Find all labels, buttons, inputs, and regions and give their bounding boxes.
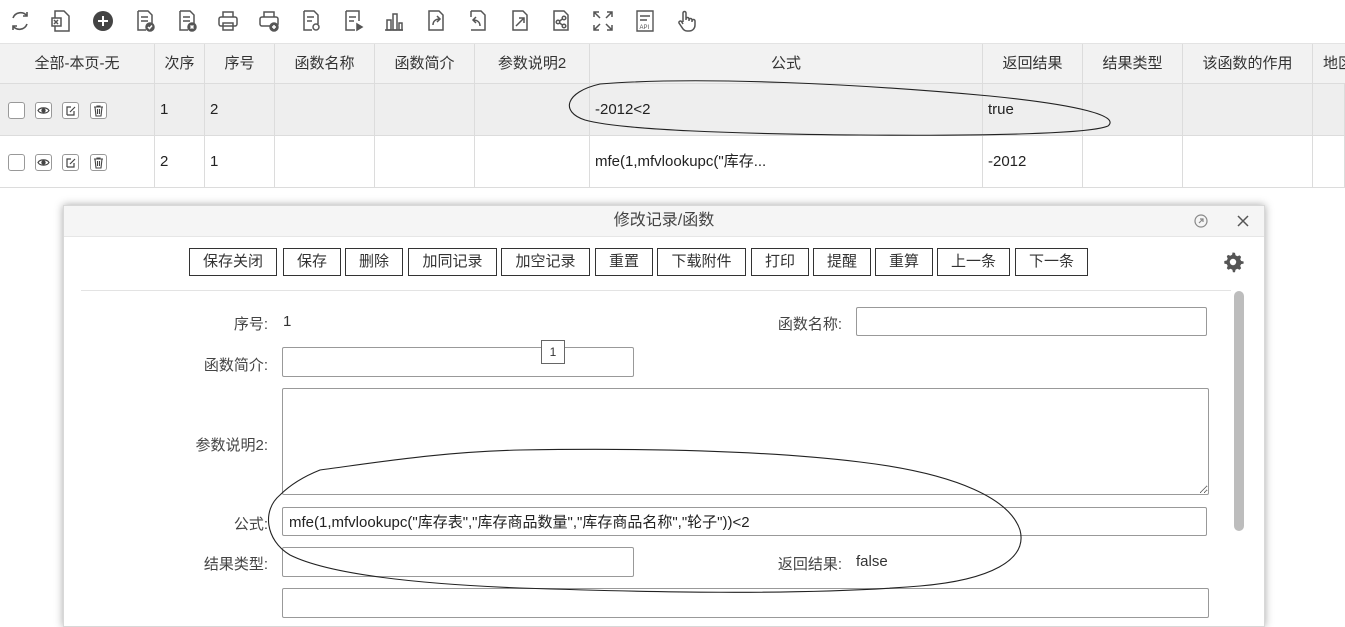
- add-same-record-button[interactable]: 加同记录: [408, 248, 497, 276]
- param2-label: 参数说明2:: [195, 437, 268, 454]
- redo-doc-icon[interactable]: [507, 8, 533, 34]
- seq-value: 1: [283, 313, 292, 330]
- formula-label: 公式:: [233, 516, 268, 533]
- result-value: false: [856, 553, 888, 570]
- cell-function-intro: [375, 136, 475, 188]
- header-result[interactable]: 返回结果: [983, 44, 1083, 84]
- print-button[interactable]: 打印: [751, 248, 809, 276]
- cell-region: [1313, 136, 1345, 188]
- row-actions: [0, 84, 155, 136]
- header-seq[interactable]: 序号: [205, 44, 275, 84]
- doc-delete-icon[interactable]: [174, 8, 200, 34]
- cell-param2: [475, 136, 590, 188]
- doc-settings-icon[interactable]: [298, 8, 324, 34]
- function-intro-input[interactable]: [282, 347, 634, 377]
- cell-seq: 2: [205, 84, 275, 136]
- view-icon[interactable]: [35, 101, 53, 119]
- share-arrow-icon[interactable]: [423, 8, 449, 34]
- param2-textarea[interactable]: [282, 388, 1209, 495]
- dialog-button-bar: 保存关闭 保存 删除 加同记录 加空记录 重置 下载附件 打印 提醒 重算 上一…: [64, 248, 1264, 278]
- delete-button[interactable]: 删除: [345, 248, 403, 276]
- cell-formula: mfe(1,mfvlookupc("库存...: [590, 136, 983, 188]
- reset-button[interactable]: 重置: [595, 248, 653, 276]
- next-field-input[interactable]: [282, 588, 1209, 618]
- divider: [81, 290, 1231, 291]
- print-icon[interactable]: [215, 8, 241, 34]
- save-button[interactable]: 保存: [283, 248, 341, 276]
- cell-result-type: [1083, 84, 1183, 136]
- previous-record-button[interactable]: 上一条: [937, 248, 1010, 276]
- print-add-icon[interactable]: [256, 8, 282, 34]
- cell-order: 1: [155, 84, 205, 136]
- header-formula[interactable]: 公式: [590, 44, 983, 84]
- dialog-title: 修改记录/函数: [64, 206, 1264, 237]
- cell-param2: [475, 84, 590, 136]
- gear-icon[interactable]: [1222, 251, 1244, 273]
- function-intro-label: 函数简介:: [203, 357, 268, 374]
- result-type-label: 结果类型:: [203, 556, 268, 573]
- download-attachment-button[interactable]: 下载附件: [657, 248, 746, 276]
- add-circle-icon[interactable]: [90, 8, 116, 34]
- data-grid: 全部-本页-无 次序 序号 函数名称 函数简介 参数说明2 公式 返回结果 结果…: [0, 43, 1345, 188]
- delete-icon[interactable]: [89, 101, 107, 119]
- hand-pointer-icon[interactable]: [673, 8, 699, 34]
- cell-order: 2: [155, 136, 205, 188]
- result-type-input[interactable]: [282, 547, 634, 577]
- row-checkbox[interactable]: [8, 101, 25, 119]
- remind-button[interactable]: 提醒: [813, 248, 871, 276]
- excel-export-icon[interactable]: [48, 8, 74, 34]
- header-region[interactable]: 地区: [1313, 44, 1345, 84]
- doc-run-icon[interactable]: [340, 8, 366, 34]
- cell-function-name: [275, 136, 375, 188]
- doc-check-icon[interactable]: [132, 8, 158, 34]
- restore-icon[interactable]: [1192, 212, 1210, 230]
- svg-text:API: API: [640, 25, 650, 31]
- toolbar: API: [0, 0, 1345, 43]
- header-function-intro[interactable]: 函数简介: [375, 44, 475, 84]
- cell-region: [1313, 84, 1345, 136]
- refresh-icon[interactable]: [7, 8, 33, 34]
- cell-formula: -2012<2: [590, 84, 983, 136]
- cell-result: -2012: [983, 136, 1083, 188]
- api-icon[interactable]: API: [632, 8, 658, 34]
- edit-icon[interactable]: [62, 101, 80, 119]
- formula-input[interactable]: [282, 507, 1207, 536]
- delete-icon[interactable]: [89, 153, 107, 171]
- cell-result-type: [1083, 136, 1183, 188]
- seq-label: 序号:: [233, 316, 268, 333]
- header-purpose[interactable]: 该函数的作用: [1183, 44, 1313, 84]
- cell-purpose: [1183, 136, 1313, 188]
- fullscreen-icon[interactable]: [590, 8, 616, 34]
- header-order[interactable]: 次序: [155, 44, 205, 84]
- edit-dialog: 修改记录/函数 保存关闭 保存 删除 加同记录 加空记录 重置 下载附件 打印 …: [63, 205, 1265, 627]
- function-name-input[interactable]: [856, 307, 1207, 336]
- edit-icon[interactable]: [62, 153, 80, 171]
- cell-purpose: [1183, 84, 1313, 136]
- undo-doc-icon[interactable]: [465, 8, 491, 34]
- row-actions: [0, 136, 155, 188]
- result-label: 返回结果:: [777, 556, 842, 573]
- header-select-all[interactable]: 全部-本页-无: [0, 44, 155, 84]
- header-result-type[interactable]: 结果类型: [1083, 44, 1183, 84]
- cell-function-name: [275, 84, 375, 136]
- doc-share-icon[interactable]: [548, 8, 574, 34]
- add-empty-record-button[interactable]: 加空记录: [501, 248, 590, 276]
- next-record-button[interactable]: 下一条: [1015, 248, 1088, 276]
- cell-seq: 1: [205, 136, 275, 188]
- chart-icon[interactable]: [381, 8, 407, 34]
- tooltip: 1: [541, 340, 565, 364]
- cell-function-intro: [375, 84, 475, 136]
- function-name-label: 函数名称:: [777, 316, 842, 333]
- save-close-button[interactable]: 保存关闭: [189, 248, 277, 276]
- header-function-name[interactable]: 函数名称: [275, 44, 375, 84]
- header-param2[interactable]: 参数说明2: [475, 44, 590, 84]
- cell-result: true: [983, 84, 1083, 136]
- close-icon[interactable]: [1234, 212, 1252, 230]
- view-icon[interactable]: [35, 153, 53, 171]
- recalculate-button[interactable]: 重算: [875, 248, 933, 276]
- row-checkbox[interactable]: [8, 153, 25, 171]
- dialog-scrollbar[interactable]: [1234, 291, 1244, 531]
